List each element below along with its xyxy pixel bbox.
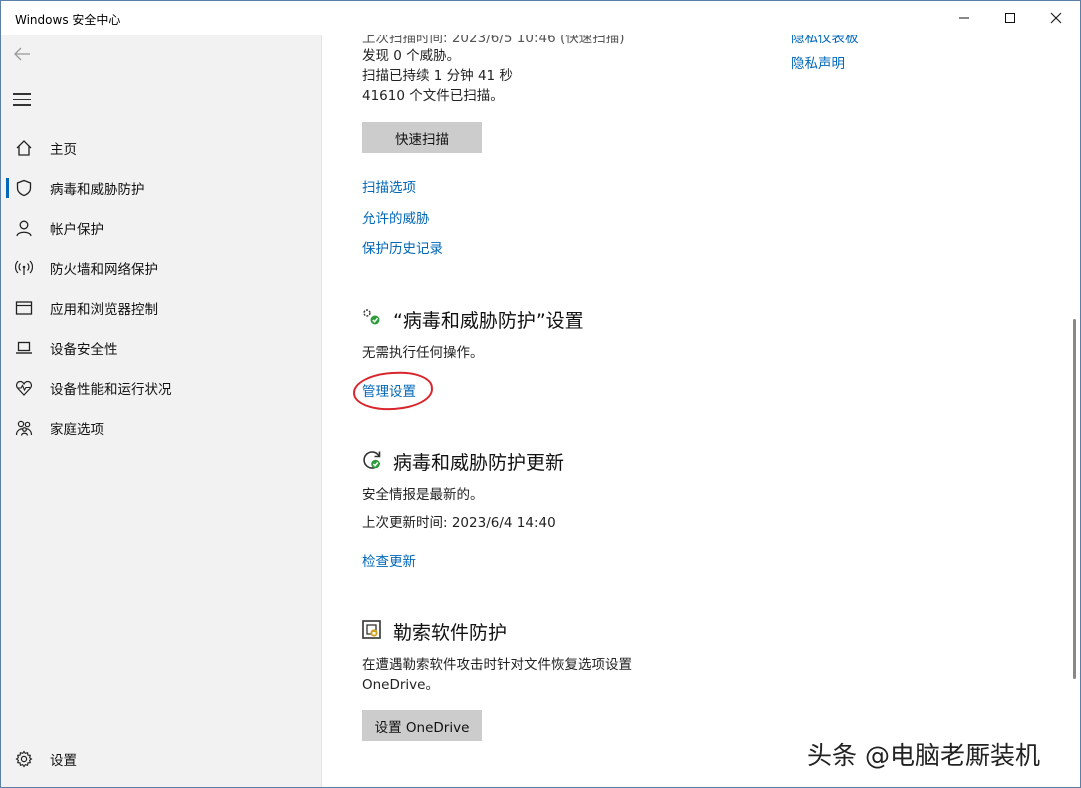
sidebar-item-label: 主页 (50, 142, 77, 158)
title-bar: Windows 安全中心 (1, 1, 1080, 35)
sidebar-item-label: 病毒和威胁防护 (50, 182, 145, 198)
shield-icon (13, 177, 35, 199)
updates-section-heading: 病毒和威胁防护更新 (393, 452, 565, 474)
gear-icon (13, 748, 35, 770)
menu-button[interactable] (13, 93, 31, 110)
minimize-icon (959, 17, 969, 19)
watermark: 头条 @电脑老厮装机 (807, 741, 1040, 770)
check-updates-link[interactable]: 检查更新 (362, 550, 416, 570)
sidebar-item-label: 设备性能和运行状况 (50, 382, 172, 398)
sidebar-item-label: 设备安全性 (50, 342, 118, 358)
app-window: Windows 安全中心 主页 病毒和威胁防护 帐户保护 防火墙和网络保护 应用… (0, 0, 1081, 788)
scan-options-link[interactable]: 扫描选项 (362, 176, 416, 196)
back-arrow-icon (14, 47, 30, 61)
quick-scan-button[interactable]: 快速扫描 (362, 122, 482, 153)
ransomware-folder-icon (361, 619, 383, 641)
ransomware-section-heading: 勒索软件防护 (393, 622, 508, 644)
setup-onedrive-button[interactable]: 设置 OneDrive (362, 710, 482, 741)
update-refresh-icon (361, 449, 383, 471)
sidebar-item-label: 帐户保护 (50, 222, 104, 238)
minimize-button[interactable] (941, 1, 987, 35)
sidebar-item-label: 应用和浏览器控制 (50, 302, 158, 318)
close-button[interactable] (1033, 1, 1079, 35)
family-icon (13, 417, 35, 439)
protection-history-link[interactable]: 保护历史记录 (362, 237, 443, 257)
main-content: 上次扫描时间: 2023/6/5 10:46 (快速扫描) 发现 0 个威胁。 … (323, 35, 1080, 787)
sidebar-item-device-security[interactable]: 设备安全性 (1, 328, 321, 368)
antenna-icon (13, 257, 35, 279)
files-scanned-text: 41610 个文件已扫描。 (362, 88, 504, 104)
scrollbar-thumb[interactable] (1073, 319, 1076, 679)
sidebar-item-settings[interactable]: 设置 (1, 739, 321, 779)
last-update-text: 上次更新时间: 2023/6/4 14:40 (362, 515, 556, 531)
sidebar-item-firewall[interactable]: 防火墙和网络保护 (1, 248, 321, 288)
window-title: Windows 安全中心 (15, 13, 121, 27)
sidebar-item-virus-protection[interactable]: 病毒和威胁防护 (1, 168, 321, 208)
settings-section-desc: 无需执行任何操作。 (362, 345, 484, 361)
sidebar-item-device-health[interactable]: 设备性能和运行状况 (1, 368, 321, 408)
sidebar-item-app-browser[interactable]: 应用和浏览器控制 (1, 288, 321, 328)
allowed-threats-link[interactable]: 允许的威胁 (362, 207, 430, 227)
laptop-icon (13, 337, 35, 359)
privacy-statement-link[interactable]: 隐私声明 (791, 52, 845, 72)
browser-window-icon (13, 297, 35, 319)
ransomware-desc-line2: OneDrive。 (362, 677, 439, 693)
sidebar-item-family[interactable]: 家庭选项 (1, 408, 321, 448)
settings-section-heading: “病毒和威胁防护”设置 (393, 310, 584, 332)
hamburger-icon (13, 93, 31, 95)
close-icon (1050, 12, 1062, 24)
person-icon (13, 217, 35, 239)
maximize-icon (1005, 13, 1015, 23)
home-icon (13, 137, 35, 159)
sidebar-item-label: 设置 (50, 753, 77, 769)
sidebar-item-home[interactable]: 主页 (1, 128, 321, 168)
heart-pulse-icon (13, 377, 35, 399)
updates-status-text: 安全情报是最新的。 (362, 487, 484, 503)
ransomware-desc-line1: 在遭遇勒索软件攻击时针对文件恢复选项设置 (362, 657, 632, 673)
maximize-button[interactable] (987, 1, 1033, 35)
scan-duration-text: 扫描已持续 1 分钟 41 秒 (362, 68, 513, 84)
settings-gears-icon (361, 307, 383, 329)
sidebar-item-label: 防火墙和网络保护 (50, 262, 158, 278)
sidebar-item-account[interactable]: 帐户保护 (1, 208, 321, 248)
sidebar-item-label: 家庭选项 (50, 422, 104, 438)
threats-found-text: 发现 0 个威胁。 (362, 48, 461, 64)
sidebar: 主页 病毒和威胁防护 帐户保护 防火墙和网络保护 应用和浏览器控制 设备安全性 … (1, 35, 322, 787)
back-button[interactable] (13, 45, 31, 66)
privacy-dashboard-link[interactable]: 隐私仪表板 (791, 35, 859, 46)
